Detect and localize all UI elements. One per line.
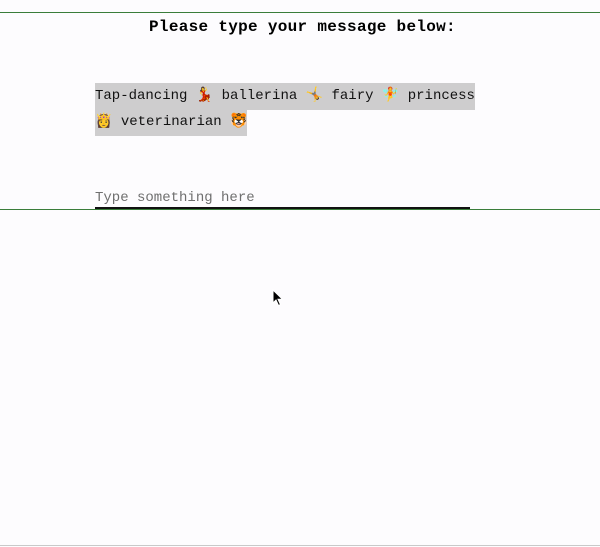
bottom-divider <box>0 209 600 210</box>
page-end-divider <box>0 545 600 546</box>
message-input-container <box>95 188 470 210</box>
message-input[interactable] <box>95 189 470 207</box>
top-divider <box>0 12 600 13</box>
mouse-pointer-icon <box>272 289 284 307</box>
message-text: Tap-dancing 💃 ballerina 🤸 fairy 🧚 prince… <box>95 83 475 136</box>
page-heading: Please type your message below: <box>149 18 456 36</box>
message-display: Tap-dancing 💃 ballerina 🤸 fairy 🧚 prince… <box>95 83 485 136</box>
